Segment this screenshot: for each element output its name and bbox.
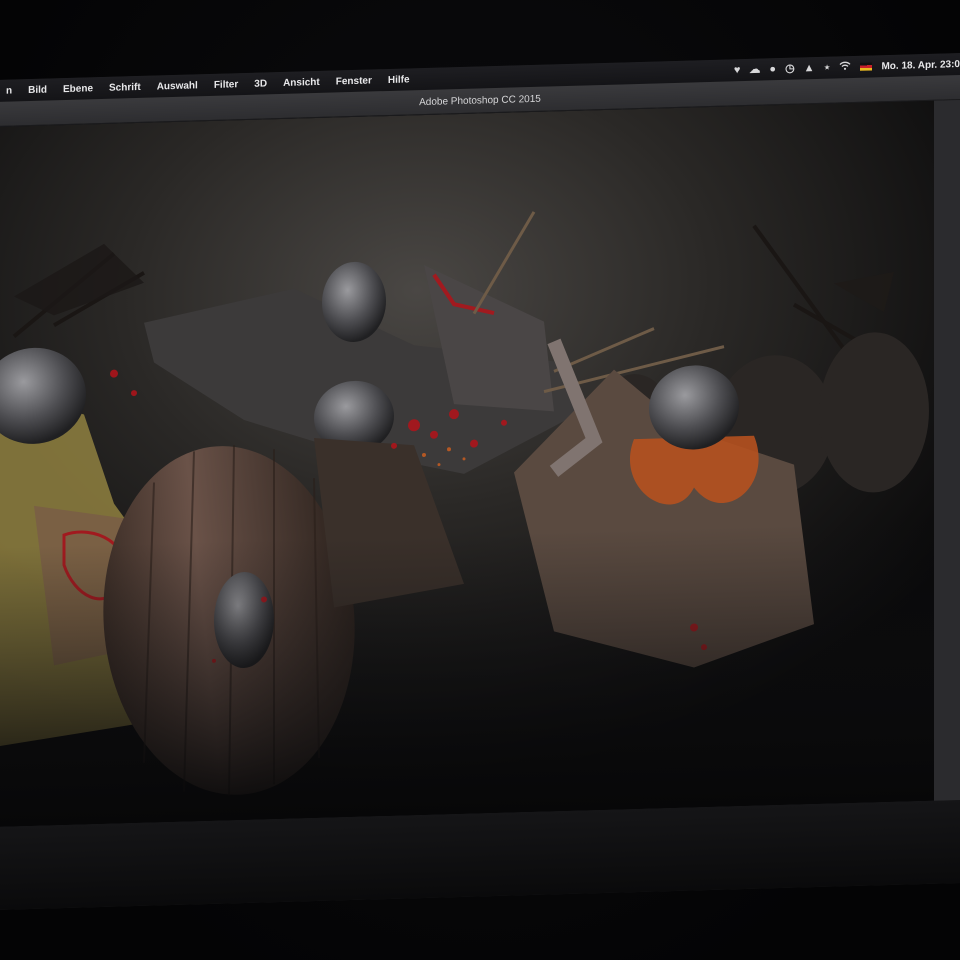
- menu-item-help[interactable]: Hilfe: [380, 74, 418, 86]
- window-title: Adobe Photoshop CC 2015: [419, 93, 541, 108]
- menu-item-3d[interactable]: 3D: [246, 78, 275, 90]
- status-area: ♥ ☁ ● ◷ ▲ ⋆ Mo. 18. Apr. 23:0: [734, 58, 960, 76]
- menu-item-view[interactable]: Ansicht: [275, 76, 328, 88]
- artwork-canvas[interactable]: [0, 100, 934, 828]
- menu-item-image[interactable]: Bild: [20, 84, 55, 96]
- monitor: n Bild Ebene Schrift Auswahl Filter 3D A…: [0, 0, 960, 960]
- heart-icon[interactable]: ♥: [734, 64, 741, 76]
- screen: n Bild Ebene Schrift Auswahl Filter 3D A…: [0, 52, 960, 910]
- menu-item-select[interactable]: Auswahl: [149, 80, 206, 93]
- menu-item-filter[interactable]: Filter: [206, 78, 246, 91]
- time-machine-icon[interactable]: ◷: [785, 62, 795, 74]
- wifi-glyph: [839, 61, 851, 70]
- wifi-icon[interactable]: [839, 61, 851, 73]
- clock[interactable]: Mo. 18. Apr. 23:0: [881, 59, 960, 72]
- chat-icon[interactable]: ●: [769, 63, 776, 75]
- menu-item-layer[interactable]: Ebene: [55, 83, 101, 95]
- cloud-icon[interactable]: ☁: [749, 63, 760, 75]
- volume-icon[interactable]: ▲: [804, 62, 815, 74]
- document-canvas-area[interactable]: [0, 99, 960, 828]
- battle-painting: [0, 100, 934, 827]
- menu-item-window[interactable]: Fenster: [328, 75, 380, 87]
- panel-strip: [934, 99, 960, 801]
- bluetooth-icon[interactable]: ⋆: [824, 61, 831, 73]
- menu-item-type[interactable]: Schrift: [101, 81, 149, 93]
- dark-foreground: [0, 520, 934, 827]
- flag-de-icon[interactable]: [860, 62, 873, 71]
- menu-item-edit[interactable]: n: [0, 85, 20, 97]
